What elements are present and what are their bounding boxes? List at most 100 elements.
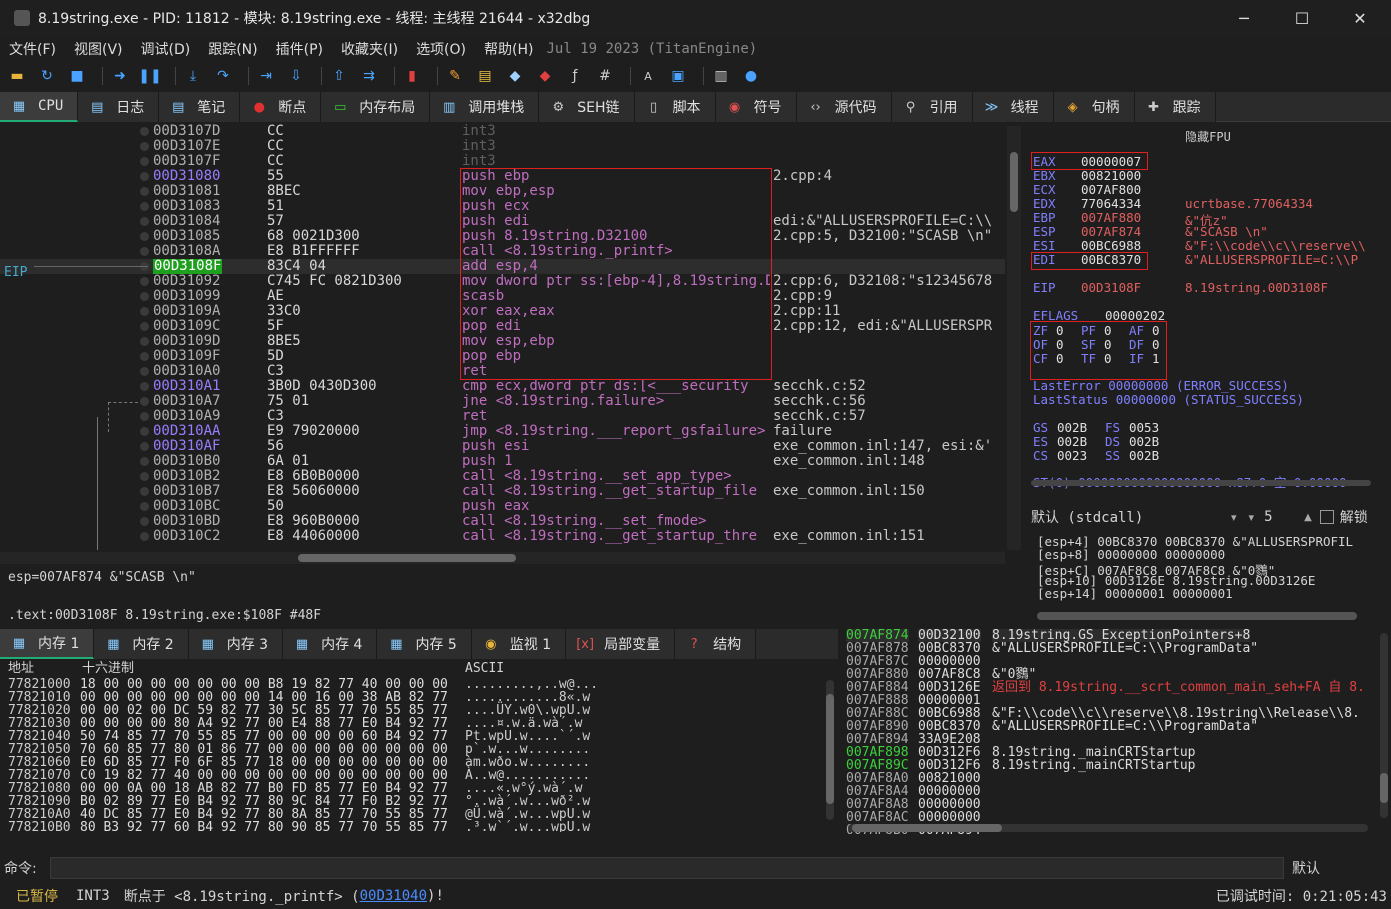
stack-comment[interactable]: 8.19string._mainCRTStartup [992, 759, 1196, 772]
tab-notes[interactable]: ▤ 笔记 [159, 92, 241, 122]
tab-dump-1[interactable]: ▦ 内存 1 [0, 629, 95, 659]
breakpoint-dot[interactable] [140, 292, 149, 301]
segment-name[interactable]: FS [1105, 420, 1120, 435]
disasm-row[interactable]: 00D310B0 6A 01 push 1 exe_common.inl:148 [0, 454, 1005, 469]
menu-favourites[interactable]: 收藏夹(I) [332, 39, 407, 59]
tab-log[interactable]: ▤ 日志 [78, 92, 160, 122]
breakpoint-dot[interactable] [140, 217, 149, 226]
tab-trace[interactable]: ✚ 跟踪 [1134, 92, 1216, 122]
register-value[interactable]: 00000202 [1105, 308, 1165, 323]
flag-value[interactable]: 0 [1056, 323, 1064, 338]
flag-name[interactable]: AF [1129, 323, 1144, 338]
hash-icon[interactable]: # [594, 65, 616, 87]
menu-help[interactable]: 帮助(H) [475, 39, 542, 59]
register-comment[interactable]: &"ALLUSERSPROFILE=C:\\P [1185, 252, 1358, 267]
args-scrollbar[interactable] [1037, 612, 1357, 620]
breakpoint-dot[interactable] [140, 487, 149, 496]
scylla-icon[interactable]: ▮ [401, 65, 423, 87]
dump-address[interactable]: 778210B0 [8, 821, 71, 832]
breakpoint-dot[interactable] [140, 322, 149, 331]
segment-value[interactable]: 002B [1057, 420, 1087, 435]
tab-symbols[interactable]: ◉ 符号 [715, 92, 797, 122]
disassembly-scrollbar[interactable] [1007, 126, 1021, 550]
register-value[interactable]: 007AF880 [1081, 210, 1141, 225]
segment-value[interactable]: 0023 [1057, 448, 1087, 463]
patch-icon[interactable]: ✎ [444, 65, 466, 87]
memory-icon[interactable]: ▣ [667, 65, 689, 87]
flag-name[interactable]: ZF [1033, 323, 1048, 338]
register-name[interactable]: ESP [1033, 224, 1056, 239]
disasm-row[interactable]: 00D310A9 C3 ret secchk.c:57 [0, 409, 1005, 424]
breakpoint-dot[interactable] [140, 352, 149, 361]
tab-dump-3[interactable]: ▦ 内存 3 [188, 629, 284, 659]
disasm-row[interactable]: 00D310AF 56 push esi exe_common.inl:147, es… [0, 439, 1005, 454]
flag-value[interactable]: 1 [1152, 351, 1160, 366]
hide-fpu-button[interactable]: 隐藏FPU [1025, 128, 1391, 145]
tab-dump-5[interactable]: ▦ 内存 5 [377, 629, 472, 659]
breakpoint-dot[interactable] [140, 517, 149, 526]
last-status[interactable]: LastStatus 00000000 (STATUS_SUCCESS) [1033, 392, 1304, 407]
disasm-row[interactable]: 00D310B2 E8 6B0B0000 call <8.19string.__se… [0, 469, 1005, 484]
comment-icon[interactable]: ▤ [474, 65, 496, 87]
tab-cpu[interactable]: ▦ CPU [0, 92, 79, 122]
segment-name[interactable]: DS [1105, 434, 1120, 449]
breakpoint-dot[interactable] [140, 337, 149, 346]
arg-count-spin[interactable]: 5 [1264, 509, 1304, 525]
disasm-row[interactable]: 00D31081 8BEC mov ebp,esp [0, 184, 1005, 199]
disasm-row[interactable]: 00D31080 55 push ebp 2.cpp:4 [0, 169, 1005, 184]
disasm-row[interactable]: 00D3107F CC int3 [0, 154, 1005, 169]
flag-value[interactable]: 0 [1104, 323, 1112, 338]
segment-value[interactable]: 002B [1057, 434, 1087, 449]
breakpoint-dot[interactable] [140, 157, 149, 166]
dump-ascii[interactable]: .³.w`´.w...wpU.w [465, 821, 590, 832]
disasm-row[interactable]: 00D3107E CC int3 [0, 139, 1005, 154]
register-name[interactable]: EIP [1033, 280, 1056, 295]
disasm-row[interactable]: 00D31085 68 0021D300 push 8.19string.D3210… [0, 229, 1005, 244]
close-button[interactable]: ✕ [1331, 0, 1389, 36]
regs-hscroll[interactable] [1031, 480, 1371, 486]
breakpoint-dot[interactable] [140, 307, 149, 316]
breakpoint-dot[interactable] [140, 532, 149, 541]
trace-over-icon[interactable]: ⇩ [285, 65, 307, 87]
maximize-button[interactable]: ☐ [1273, 0, 1331, 36]
stack-comment[interactable]: 返回到 8.19string.__scrt_common_main_seh+FA… [992, 681, 1365, 694]
execute-till-return-icon[interactable]: ⇧ [328, 65, 350, 87]
stack-hscroll[interactable] [848, 824, 1368, 832]
flag-name[interactable]: SF [1081, 337, 1096, 352]
tab-struct[interactable]: ? 结构 [675, 629, 757, 659]
menu-plugins[interactable]: 插件(P) [267, 39, 332, 59]
minimize-button[interactable]: ─ [1215, 0, 1273, 36]
flag-value[interactable]: 0 [1104, 351, 1112, 366]
disasm-row[interactable]: 00D31083 51 push ecx [0, 199, 1005, 214]
register-comment[interactable]: ucrtbase.77064334 [1185, 196, 1313, 211]
function-icon[interactable]: ƒ [564, 65, 586, 87]
dump-scrollbar[interactable] [826, 680, 834, 820]
disasm-row[interactable]: 00D3109F 5D pop ebp [0, 349, 1005, 364]
flag-name[interactable]: OF [1033, 337, 1048, 352]
segment-name[interactable]: CS [1033, 448, 1048, 463]
breakpoint-dot[interactable] [140, 472, 149, 481]
register-value[interactable]: 00821000 [1081, 168, 1141, 183]
tab-callstack[interactable]: ▥ 调用堆栈 [430, 92, 540, 122]
font-icon[interactable]: A [637, 65, 659, 87]
tab-seh[interactable]: ⚙ SEH链 [539, 92, 635, 122]
tab-threads[interactable]: ≫ 线程 [972, 92, 1054, 122]
tab-locals[interactable]: [x] 局部变量 [566, 629, 676, 659]
register-name[interactable]: ECX [1033, 182, 1056, 197]
breakpoint-dot[interactable] [140, 202, 149, 211]
disasm-row[interactable]: 00D3108F 83C4 04 add esp,4 [0, 259, 1005, 274]
disasm-row[interactable]: 00D3107D CC int3 [0, 124, 1005, 139]
label-icon[interactable]: ◆ [504, 65, 526, 87]
stack-comment[interactable]: &"ALLUSERSPROFILE=C:\\ProgramData" [992, 642, 1258, 655]
disasm-row[interactable]: 00D3109A 33C0 xor eax,eax 2.cpp:11 [0, 304, 1005, 319]
tab-watch-1[interactable]: ◉ 监视 1 [471, 629, 567, 659]
status-address-link[interactable]: 00D31040 [360, 888, 427, 904]
breakpoint-dot[interactable] [140, 442, 149, 451]
disasm-row[interactable]: 00D310BD E8 960B0000 call <8.19string.__se… [0, 514, 1005, 529]
breakpoint-dot[interactable] [140, 397, 149, 406]
register-comment[interactable]: &"SCASB \n" [1185, 224, 1268, 239]
flag-name[interactable]: TF [1081, 351, 1096, 366]
breakpoint-dot[interactable] [140, 502, 149, 511]
segment-value[interactable]: 002B [1129, 434, 1159, 449]
command-input[interactable] [50, 857, 1284, 879]
